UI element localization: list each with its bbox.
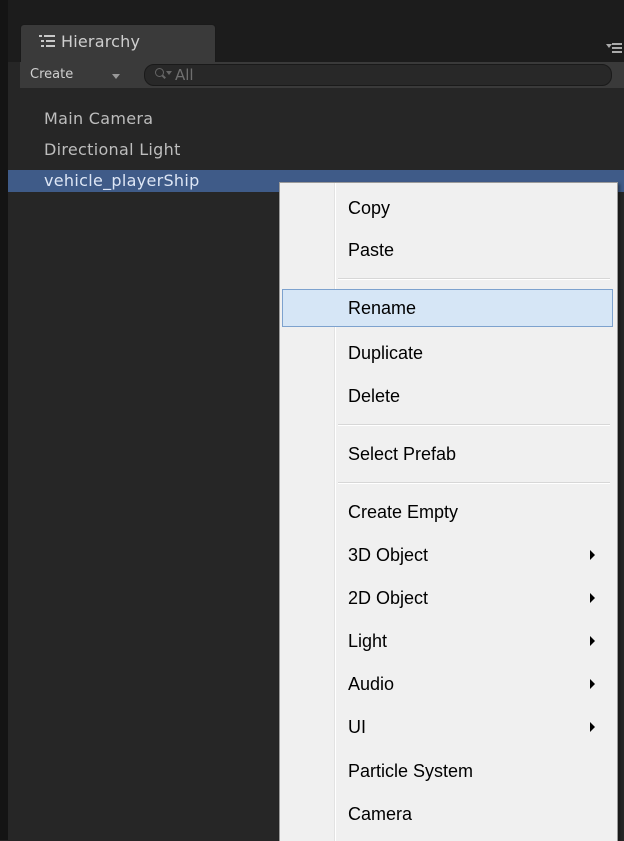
hierarchy-window: Hierarchy Create Main Camera Directional…: [0, 0, 624, 841]
menu-item-particle-system[interactable]: Particle System: [282, 752, 613, 790]
chevron-down-icon[interactable]: [112, 74, 120, 79]
menu-item-camera[interactable]: Camera: [282, 795, 613, 833]
search-input[interactable]: [175, 65, 595, 85]
tab-label: Hierarchy: [61, 32, 141, 51]
search-field[interactable]: [144, 64, 612, 86]
hierarchy-toolbar: Create: [20, 62, 624, 89]
menu-item-duplicate[interactable]: Duplicate: [282, 334, 613, 372]
submenu-arrow-icon: [590, 679, 595, 689]
menu-separator: [338, 424, 610, 426]
submenu-arrow-icon: [590, 636, 595, 646]
create-button[interactable]: Create: [30, 67, 73, 82]
menu-item-paste[interactable]: Paste: [282, 231, 613, 269]
menu-item-3d-object[interactable]: 3D Object: [282, 536, 613, 574]
menu-item-2d-object[interactable]: 2D Object: [282, 579, 613, 617]
menu-item-light[interactable]: Light: [282, 622, 613, 660]
menu-item-label: 3D Object: [348, 545, 429, 565]
menu-separator: [338, 482, 610, 484]
hierarchy-item-directional-light[interactable]: Directional Light: [8, 139, 624, 161]
search-icon[interactable]: [155, 68, 172, 80]
menu-item-audio[interactable]: Audio: [282, 665, 613, 703]
menu-item-label: UI: [348, 717, 366, 737]
menu-item-select-prefab[interactable]: Select Prefab: [282, 435, 613, 473]
submenu-arrow-icon: [590, 722, 595, 732]
list-icon: [39, 34, 55, 48]
context-menu: Copy Paste Rename Duplicate Delete Selec…: [279, 182, 618, 841]
submenu-arrow-icon: [590, 593, 595, 603]
hierarchy-item-main-camera[interactable]: Main Camera: [8, 108, 624, 130]
left-edge: [0, 0, 8, 840]
menu-item-ui[interactable]: UI: [282, 708, 613, 746]
menu-item-label: Audio: [348, 674, 395, 694]
menu-item-copy[interactable]: Copy: [282, 189, 613, 227]
menu-item-label: 2D Object: [348, 588, 429, 608]
menu-item-label: Light: [348, 631, 388, 651]
tab-hierarchy[interactable]: Hierarchy: [20, 24, 216, 62]
menu-item-delete[interactable]: Delete: [282, 377, 613, 415]
menu-item-rename[interactable]: Rename: [282, 289, 613, 327]
tab-bar: Hierarchy: [8, 0, 624, 62]
panel-menu-icon[interactable]: [606, 40, 624, 54]
menu-separator: [338, 278, 610, 280]
menu-item-create-empty[interactable]: Create Empty: [282, 493, 613, 531]
submenu-arrow-icon: [590, 550, 595, 560]
